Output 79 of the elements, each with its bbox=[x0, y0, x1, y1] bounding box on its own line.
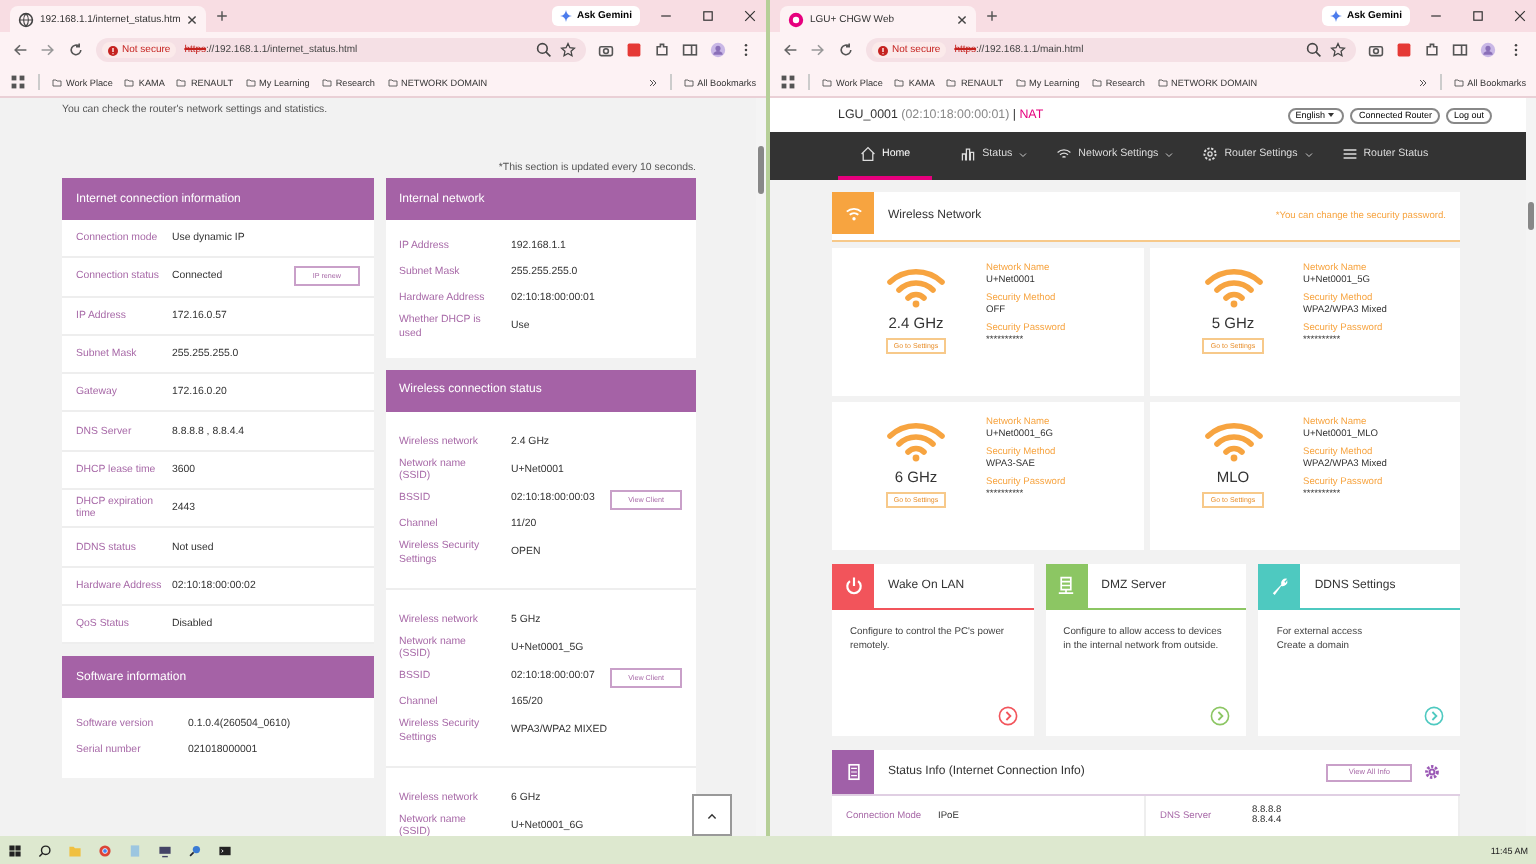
close-icon[interactable] bbox=[956, 13, 968, 25]
sidebar-icon[interactable] bbox=[1452, 42, 1468, 58]
puzzle-icon[interactable] bbox=[654, 42, 670, 58]
caret-down-icon bbox=[1326, 110, 1337, 121]
browser-icon[interactable] bbox=[98, 843, 112, 857]
folder-icon bbox=[245, 77, 256, 87]
logo-icon bbox=[788, 11, 804, 27]
folder-icon bbox=[894, 77, 905, 87]
folder-icon bbox=[946, 77, 957, 87]
list-icon bbox=[1341, 146, 1358, 163]
folder-icon bbox=[1157, 77, 1167, 87]
apps-icon[interactable] bbox=[10, 74, 26, 90]
folder-icon bbox=[822, 77, 832, 87]
search-icon[interactable] bbox=[38, 843, 52, 857]
folder-icon bbox=[52, 77, 62, 87]
maximize-icon[interactable] bbox=[1472, 10, 1484, 22]
new-tab-icon[interactable] bbox=[216, 10, 228, 22]
back-icon[interactable] bbox=[12, 42, 28, 58]
arrow-circle-icon[interactable] bbox=[997, 706, 1018, 726]
caret-down-icon bbox=[1164, 149, 1175, 160]
reload-icon[interactable] bbox=[838, 42, 854, 58]
magnifier-icon[interactable] bbox=[188, 843, 202, 857]
folder-icon bbox=[124, 77, 135, 87]
folder-icon bbox=[1015, 77, 1026, 87]
folder-icon bbox=[1091, 77, 1102, 87]
star-icon[interactable] bbox=[1330, 42, 1346, 58]
reload-icon[interactable] bbox=[68, 42, 84, 58]
minimize-icon[interactable] bbox=[660, 10, 672, 22]
caret-down-icon bbox=[1303, 149, 1314, 160]
warning-icon bbox=[878, 45, 888, 55]
wifi-icon bbox=[886, 418, 946, 462]
warning-icon bbox=[108, 45, 118, 55]
gear-icon bbox=[1202, 146, 1219, 163]
wifi-icon bbox=[886, 264, 946, 308]
avatar-icon[interactable] bbox=[1480, 42, 1496, 58]
zoom-icon[interactable] bbox=[1306, 42, 1322, 58]
forward-icon[interactable] bbox=[40, 42, 56, 58]
caret-up-icon bbox=[706, 809, 718, 821]
sparkle-icon bbox=[1330, 10, 1343, 22]
folder-icon bbox=[176, 77, 187, 87]
close-icon[interactable] bbox=[1514, 10, 1526, 22]
windows-icon[interactable] bbox=[8, 843, 22, 857]
star-icon[interactable] bbox=[560, 42, 576, 58]
puzzle-icon[interactable] bbox=[1424, 42, 1440, 58]
new-tab-icon[interactable] bbox=[986, 10, 998, 22]
sparkle-icon bbox=[560, 10, 573, 22]
sidebar-icon[interactable] bbox=[682, 42, 698, 58]
camera-icon[interactable] bbox=[1368, 42, 1384, 58]
wifi-icon bbox=[1056, 146, 1073, 163]
folder-icon bbox=[1453, 77, 1464, 87]
gear-icon[interactable] bbox=[1424, 764, 1440, 780]
home-icon bbox=[860, 146, 876, 163]
globe-icon bbox=[18, 11, 34, 27]
chevron-icon[interactable] bbox=[1417, 77, 1428, 87]
back-icon[interactable] bbox=[782, 42, 798, 58]
folder-icon bbox=[321, 77, 332, 87]
scrollbar[interactable] bbox=[756, 98, 766, 836]
apps-icon[interactable] bbox=[780, 74, 796, 90]
extension-icon[interactable] bbox=[626, 42, 642, 58]
folder-icon bbox=[683, 77, 694, 87]
folder-icon bbox=[387, 77, 397, 87]
terminal-icon[interactable] bbox=[218, 843, 232, 857]
minimize-icon[interactable] bbox=[1430, 10, 1442, 22]
wifi-icon bbox=[1203, 264, 1263, 308]
close-icon[interactable] bbox=[186, 13, 198, 25]
avatar-icon[interactable] bbox=[710, 42, 726, 58]
scrollbar[interactable] bbox=[1526, 98, 1536, 836]
chart-icon bbox=[960, 146, 977, 163]
extension-icon[interactable] bbox=[1396, 42, 1412, 58]
zoom-icon[interactable] bbox=[536, 42, 552, 58]
scroll-top-button[interactable] bbox=[692, 794, 732, 836]
caret-down-icon bbox=[1018, 149, 1029, 160]
maximize-icon[interactable] bbox=[702, 10, 714, 22]
forward-icon[interactable] bbox=[810, 42, 826, 58]
monitor-icon[interactable] bbox=[158, 843, 172, 857]
chevron-icon[interactable] bbox=[647, 77, 658, 87]
camera-icon[interactable] bbox=[598, 42, 614, 58]
wifi-icon bbox=[1203, 418, 1263, 462]
close-icon[interactable] bbox=[744, 10, 756, 22]
